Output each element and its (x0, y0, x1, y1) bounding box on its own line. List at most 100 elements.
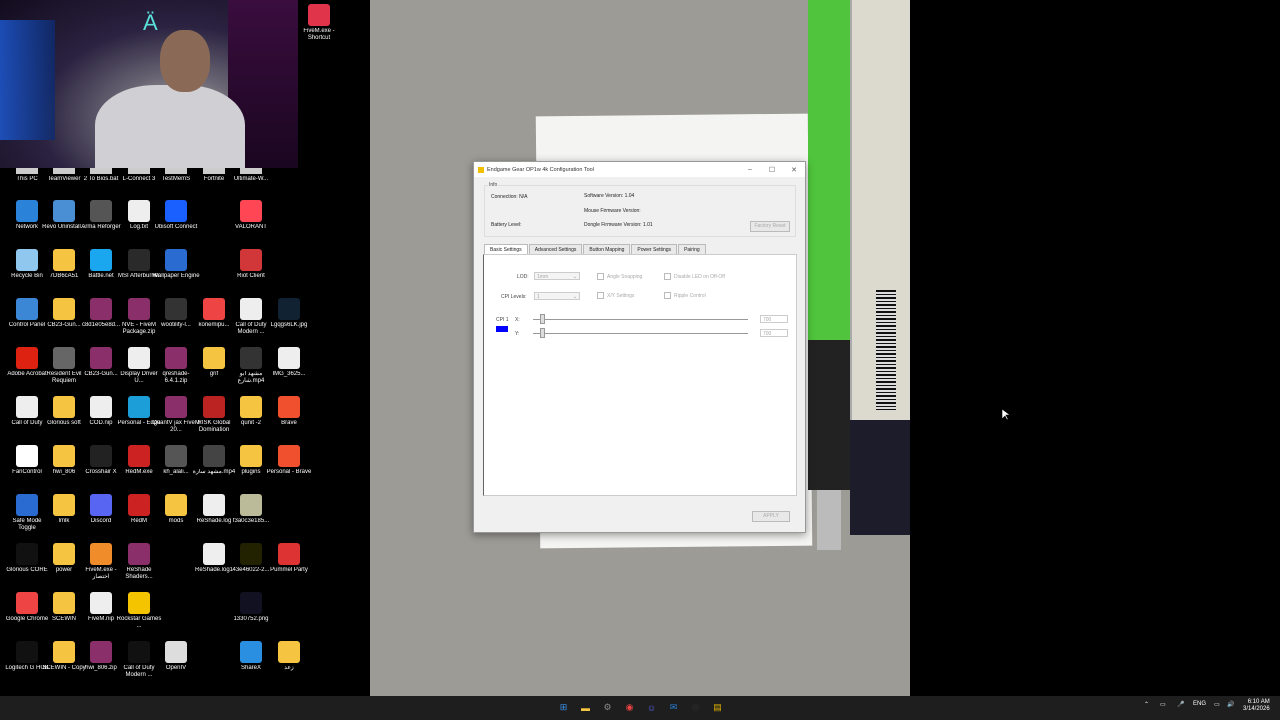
desktop-icon-label: Ubisoft Connect (154, 224, 198, 230)
maximize-icon[interactable]: ☐ (761, 166, 783, 174)
rockstar-icon (128, 592, 150, 614)
ripple-control-label: Ripple Control (674, 292, 706, 299)
volume-icon[interactable]: 🔊 (1227, 701, 1234, 708)
desktop-icon[interactable]: زعد (265, 641, 313, 672)
network-icon (16, 200, 38, 222)
partial-icon (240, 168, 262, 174)
folder-icon (240, 445, 262, 467)
desktop-icon-label: Pummel Party (270, 567, 308, 573)
crosshair-icon (90, 445, 112, 467)
cod-icon (128, 641, 150, 663)
x-slider-thumb[interactable] (540, 314, 545, 324)
xy-settings-checkbox[interactable]: X/Y Settings (597, 292, 634, 299)
image-file-icon (240, 494, 262, 516)
discord-icon[interactable]: ☺ (644, 700, 659, 715)
cpi-levels-select[interactable]: 1 ⌄ (534, 292, 580, 300)
desktop-icon-label: Brave (281, 420, 297, 426)
wallpaper-engine-icon (165, 249, 187, 271)
desktop-icon[interactable]: 1330752.png (227, 592, 275, 623)
minimize-icon[interactable]: – (739, 166, 761, 173)
x-slider-track[interactable] (533, 319, 748, 320)
desktop-icon-label: VALORANT (235, 224, 267, 230)
folder-icon (53, 249, 75, 271)
angle-snapping-checkbox[interactable]: Angle Snapping (597, 273, 642, 280)
desktop-icon-label: زعد (284, 665, 294, 671)
mic-icon[interactable]: 🎤 (1177, 701, 1184, 708)
file-explorer-icon[interactable]: ▬ (578, 700, 593, 715)
mail-icon[interactable]: ✉ (666, 700, 681, 715)
partial-icon (90, 168, 112, 174)
battlenet-icon (90, 249, 112, 271)
chrome-icon (16, 592, 38, 614)
x-value-input[interactable]: 700 (760, 315, 788, 323)
config-tool-window[interactable]: Endgame Gear OP1w 4k Configuration Tool … (473, 161, 806, 533)
ripple-control-checkbox[interactable]: Ripple Control (664, 292, 706, 299)
desktop-icon[interactable]: IMG_3625... (265, 347, 313, 378)
desktop-icon-partial[interactable]: Ultimate-W... (227, 168, 275, 183)
window-title: Endgame Gear OP1w 4k Configuration Tool (487, 166, 594, 173)
lod-value: 1mm (537, 274, 549, 280)
disable-led-checkbox[interactable]: Disable LED on Off-Off (664, 273, 725, 280)
desktop-icon-label: ReShade Shaders... (125, 567, 153, 580)
desktop-icon[interactable]: OpenIV (152, 641, 200, 672)
desktop-icon-label: Riot Client (237, 273, 265, 279)
discord-icon (90, 494, 112, 516)
desktop-icon-label: FiveM.exe - Shortcut (303, 28, 335, 41)
desktop-icon[interactable]: Brave (265, 396, 313, 427)
video-file-icon (203, 445, 225, 467)
checkbox-box (664, 273, 671, 280)
desktop-icon[interactable]: ReShade Shaders... (115, 543, 163, 581)
mouse-firmware-version: Mouse Firmware Version: (584, 208, 641, 214)
desktop-icon[interactable]: FiveM.exe - Shortcut (295, 4, 343, 42)
desktop-icon[interactable]: f3a0c3e185... (227, 494, 275, 525)
desktop-icon[interactable]: Wallpaper Engine (152, 249, 200, 280)
video-file-icon (165, 445, 187, 467)
x-axis-label: X: (515, 317, 520, 323)
brave-icon (278, 445, 300, 467)
y-value-input[interactable]: 700 (760, 329, 788, 337)
neon-logo-icon: Ä (143, 10, 158, 35)
partial-icon (203, 168, 225, 174)
checkbox-box (597, 292, 604, 299)
dongle-firmware-version: Dongle Firmware Version: 1.01 (584, 222, 653, 228)
lod-select[interactable]: 1mm ⌄ (534, 272, 580, 280)
y-slider-thumb[interactable] (540, 328, 545, 338)
file-icon (278, 347, 300, 369)
chevron-up-icon[interactable]: ⌃ (1144, 701, 1149, 708)
fan-icon (16, 445, 38, 467)
desktop-icon-label: Ultimate-W... (233, 176, 269, 182)
windows-start-icon[interactable]: ⊞ (556, 700, 571, 715)
cpi1-color-swatch[interactable] (496, 326, 508, 332)
partial-icon (16, 168, 38, 174)
webcam-person-body (95, 85, 245, 168)
display-icon[interactable]: ▭ (1214, 701, 1220, 708)
network-tray-icon[interactable]: ▭ (1160, 701, 1166, 708)
arma-icon (90, 200, 112, 222)
folder-icon (53, 592, 75, 614)
desktop-icon[interactable]: Ubisoft Connect (152, 200, 200, 231)
obs-icon[interactable]: ◎ (688, 700, 703, 715)
folder-icon (165, 494, 187, 516)
apply-button[interactable]: APPLY (752, 511, 790, 522)
close-icon[interactable]: ✕ (783, 166, 805, 174)
configurator-icon[interactable]: ▤ (710, 700, 725, 715)
chrome-icon[interactable]: ◉ (622, 700, 637, 715)
desktop-icon[interactable]: VALORANT (227, 200, 275, 231)
file-icon (16, 396, 38, 418)
folder-icon (53, 396, 75, 418)
settings-icon[interactable]: ⚙ (600, 700, 615, 715)
language-indicator[interactable]: ENG (1193, 701, 1206, 707)
factory-reset-button[interactable]: Factory Reset (750, 221, 790, 232)
folder-icon (53, 494, 75, 516)
title-bar[interactable]: Endgame Gear OP1w 4k Configuration Tool … (474, 162, 805, 177)
desktop-icon[interactable]: Riot Client (227, 249, 275, 280)
folder-icon (203, 347, 225, 369)
desktop-icon[interactable]: Rockstar Games ... (115, 592, 163, 630)
pummel-icon (278, 543, 300, 565)
desktop-icon[interactable]: Pummel Party (265, 543, 313, 574)
clock[interactable]: 6:10 AM 3/14/2026 (1243, 699, 1270, 713)
desktop-icon[interactable]: Personal - Brave (265, 445, 313, 476)
y-slider-track[interactable] (533, 333, 748, 334)
desktop-icon[interactable]: Lgqgs6LK.jpg (265, 298, 313, 329)
risk-icon (203, 396, 225, 418)
